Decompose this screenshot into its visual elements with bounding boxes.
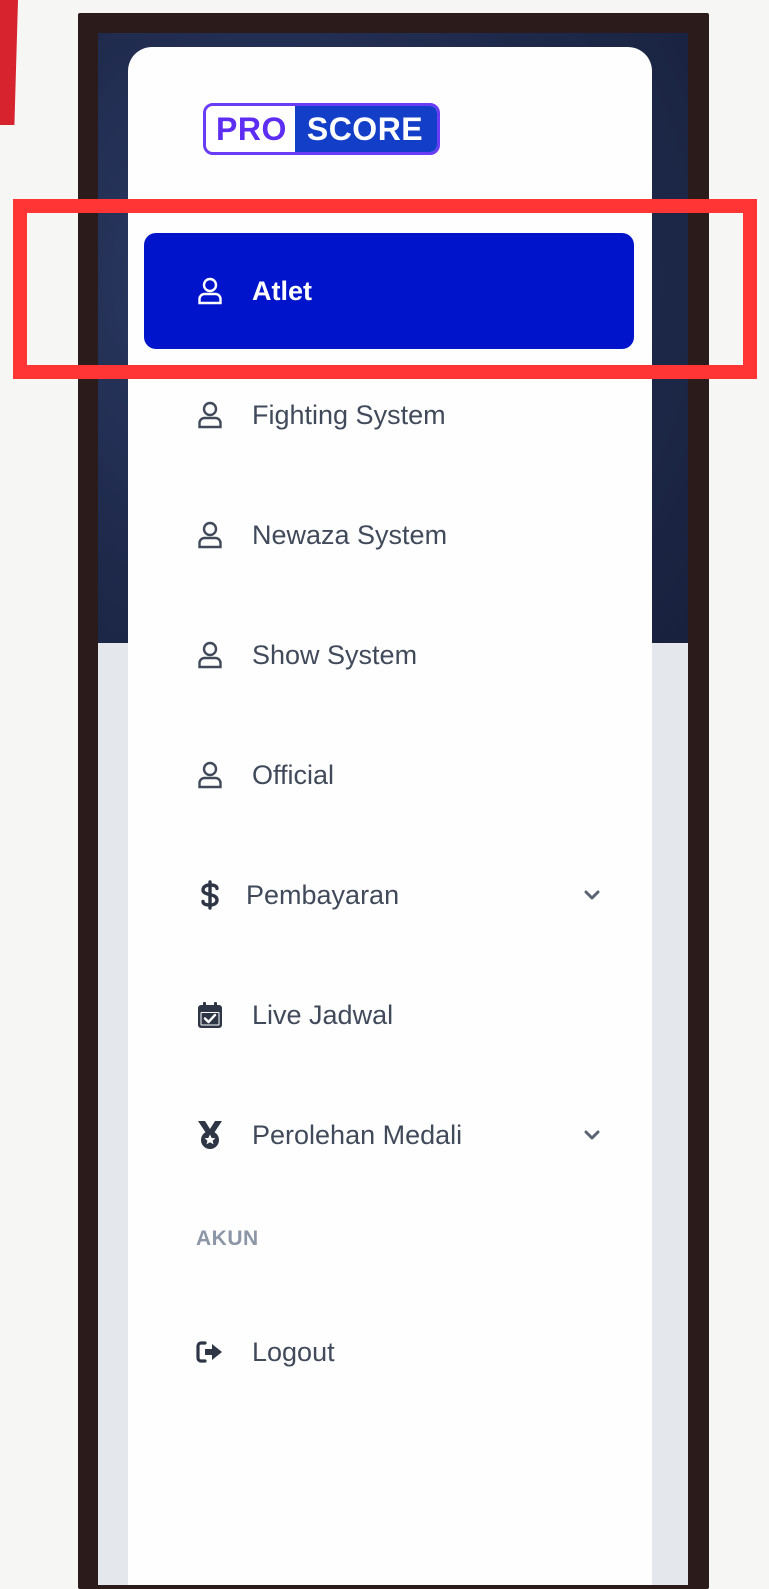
proscore-logo[interactable]: PRO SCORE xyxy=(203,103,441,155)
sidebar-item-label: Pembayaran xyxy=(246,879,400,910)
sidebar-item-newaza-system[interactable]: Newaza System xyxy=(144,475,634,595)
dollar-icon xyxy=(196,880,224,910)
sidebar-item-official[interactable]: Official xyxy=(144,715,634,835)
sidebar-item-label: Live Jadwal xyxy=(252,999,394,1030)
red-corner-tab xyxy=(0,0,18,125)
phone-frame: PRO SCORE Atlet Fighting System Newaza S… xyxy=(78,13,709,1589)
sidebar-item-label: Official xyxy=(252,759,335,790)
account-section-heading: AKUN xyxy=(196,1227,259,1250)
sidebar-item-label: Newaza System xyxy=(252,519,448,550)
sidebar: PRO SCORE Atlet Fighting System Newaza S… xyxy=(128,47,652,1585)
logout-label: Logout xyxy=(252,1336,335,1367)
logout-icon xyxy=(196,1338,224,1366)
calendar-check-icon xyxy=(196,1001,224,1029)
sidebar-menu: Atlet Fighting System Newaza System Show… xyxy=(144,233,634,1195)
sidebar-item-show-system[interactable]: Show System xyxy=(144,595,634,715)
user-icon xyxy=(196,401,224,429)
user-icon xyxy=(196,521,224,549)
chevron-down-icon[interactable] xyxy=(580,883,604,907)
sidebar-item-pembayaran[interactable]: Pembayaran xyxy=(144,835,634,955)
phone-screen: PRO SCORE Atlet Fighting System Newaza S… xyxy=(98,33,688,1585)
sidebar-item-label: Perolehan Medali xyxy=(252,1119,463,1150)
logout-button[interactable]: Logout xyxy=(144,1292,634,1412)
sidebar-item-atlet[interactable]: Atlet xyxy=(144,233,634,349)
user-icon xyxy=(196,641,224,669)
sidebar-item-perolehan-medali[interactable]: Perolehan Medali xyxy=(144,1075,634,1195)
sidebar-item-label: Atlet xyxy=(252,275,312,306)
logout-container: Logout xyxy=(144,1292,634,1412)
logo-pro-text: PRO xyxy=(206,106,295,152)
user-icon xyxy=(196,761,224,789)
user-icon xyxy=(196,277,224,305)
sidebar-item-fighting-system[interactable]: Fighting System xyxy=(144,355,634,475)
chevron-down-icon[interactable] xyxy=(580,1123,604,1147)
sidebar-item-label: Fighting System xyxy=(252,399,446,430)
sidebar-item-label: Show System xyxy=(252,639,418,670)
logo-score-text: SCORE xyxy=(294,106,438,152)
medal-icon xyxy=(196,1121,224,1149)
sidebar-item-live-jadwal[interactable]: Live Jadwal xyxy=(144,955,634,1075)
